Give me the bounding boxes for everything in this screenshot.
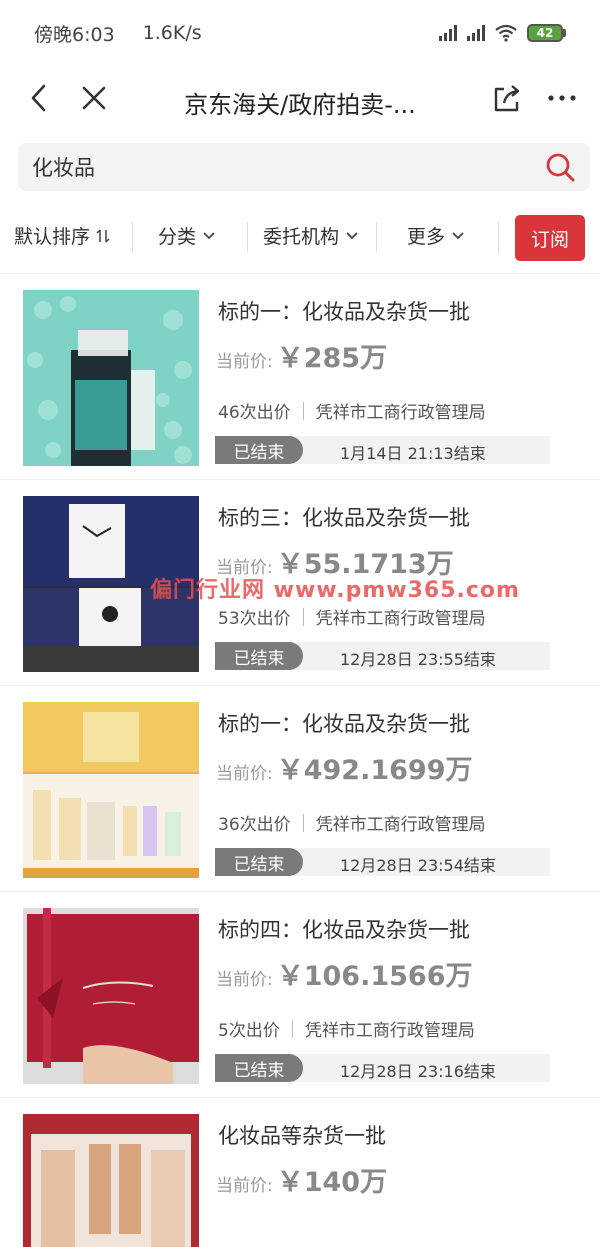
subscribe-button[interactable]: 订阅: [515, 215, 585, 261]
product-image: [23, 290, 199, 466]
chevron-down-icon: [346, 231, 358, 239]
list-item[interactable]: 化妆品等杂货一批 当前价: ￥140万: [0, 1098, 600, 1247]
status-row: 已结束 12月28日 23:16结束: [215, 1054, 550, 1082]
item-title: 标的一：化妆品及杂货一批: [218, 712, 470, 736]
status-icons: 42: [439, 24, 566, 42]
search-icon[interactable]: [544, 151, 576, 183]
product-image: [23, 702, 199, 878]
meta-row: 5次出价 凭祥市工商行政管理局: [218, 1016, 475, 1041]
end-time: 12月28日 23:16结束: [340, 1062, 496, 1081]
list-item[interactable]: 标的一：化妆品及杂货一批 当前价: ￥492.1699万 36次出价 凭祥市工商…: [0, 686, 600, 892]
price-label: 当前价:: [216, 352, 273, 372]
agency-name: 凭祥市工商行政管理局: [304, 1021, 475, 1041]
filter-bar: 默认排序 分类 委托机构 更多: [0, 200, 600, 274]
status-bar: 傍晚6:03 1.6K/s 42: [0, 0, 600, 66]
signal-icon: [467, 25, 485, 41]
more-icon[interactable]: [545, 81, 579, 115]
search-value: 化妆品: [32, 156, 95, 180]
item-title: 标的三：化妆品及杂货一批: [218, 506, 470, 530]
agency-name: 凭祥市工商行政管理局: [315, 403, 486, 423]
share-icon[interactable]: [490, 81, 524, 115]
current-price: ￥106.1566万: [276, 961, 473, 992]
list-item[interactable]: 标的四：化妆品及杂货一批 当前价: ￥106.1566万 5次出价 凭祥市工商行…: [0, 892, 600, 1098]
meta-row: 46次出价 凭祥市工商行政管理局: [218, 398, 486, 423]
status-badge: 已结束: [215, 436, 303, 464]
current-price: ￥285万: [276, 343, 388, 374]
price-row: 当前价: ￥492.1699万: [216, 748, 473, 787]
chevron-left-icon[interactable]: [24, 82, 56, 114]
agency-label: 委托机构: [263, 226, 340, 248]
category-filter[interactable]: 分类: [158, 222, 216, 249]
agency-name: 凭祥市工商行政管理局: [315, 815, 486, 835]
product-image: [23, 908, 199, 1084]
bid-count: 36次出价: [218, 815, 291, 835]
status-badge: 已结束: [215, 848, 303, 876]
bid-count: 5次出价: [218, 1021, 280, 1041]
bid-count: 53次出价: [218, 609, 291, 629]
more-filter[interactable]: 更多: [407, 222, 465, 249]
price-label: 当前价:: [216, 970, 273, 990]
agency-name: 凭祥市工商行政管理局: [315, 609, 486, 629]
nav-bar: 京东海关/政府拍卖-...: [0, 66, 600, 132]
bid-count: 46次出价: [218, 403, 291, 423]
status-row: 已结束 1月14日 21:13结束: [215, 436, 550, 464]
chevron-down-icon: [452, 231, 464, 239]
search-input[interactable]: 化妆品: [18, 143, 590, 191]
network-speed: 1.6K/s: [142, 22, 202, 44]
end-time: 12月28日 23:54结束: [340, 856, 496, 875]
status-time: 傍晚6:03: [34, 23, 115, 46]
end-time: 12月28日 23:55结束: [340, 650, 496, 669]
status-badge: 已结束: [215, 1054, 303, 1082]
category-label: 分类: [158, 226, 197, 248]
price-row: 当前价: ￥285万: [216, 336, 387, 375]
status-row: 已结束 12月28日 23:54结束: [215, 848, 550, 876]
current-price: ￥140万: [276, 1167, 388, 1198]
item-title: 标的四：化妆品及杂货一批: [218, 918, 470, 942]
page-title: 京东海关/政府拍卖-...: [184, 91, 416, 119]
wifi-icon: [495, 24, 517, 42]
status-row: 已结束 12月28日 23:55结束: [215, 642, 550, 670]
sort-icon: [96, 228, 110, 243]
more-label: 更多: [407, 226, 446, 248]
sort-label: 默认排序: [14, 226, 91, 248]
price-row: 当前价: ￥140万: [216, 1160, 387, 1199]
current-price: ￥492.1699万: [276, 755, 473, 786]
signal-icon: [439, 25, 457, 41]
item-title: 化妆品等杂货一批: [218, 1124, 386, 1148]
list-item[interactable]: 标的一：化妆品及杂货一批 当前价: ￥285万 46次出价 凭祥市工商行政管理局…: [0, 274, 600, 480]
sort-filter[interactable]: 默认排序: [14, 222, 110, 249]
product-image: [23, 1114, 199, 1247]
chevron-down-icon: [203, 231, 215, 239]
agency-filter[interactable]: 委托机构: [263, 222, 359, 249]
watermark: 偏门行业网 www.pmw365.com: [150, 578, 520, 603]
close-icon[interactable]: [78, 82, 110, 114]
battery-icon: 42: [527, 24, 566, 42]
battery-level: 42: [527, 24, 563, 42]
price-label: 当前价:: [216, 764, 273, 784]
meta-row: 36次出价 凭祥市工商行政管理局: [218, 810, 486, 835]
meta-row: 53次出价 凭祥市工商行政管理局: [218, 604, 486, 629]
price-row: 当前价: ￥106.1566万: [216, 954, 473, 993]
end-time: 1月14日 21:13结束: [340, 444, 486, 463]
price-label: 当前价:: [216, 1176, 273, 1196]
status-badge: 已结束: [215, 642, 303, 670]
item-title: 标的一：化妆品及杂货一批: [218, 300, 470, 324]
